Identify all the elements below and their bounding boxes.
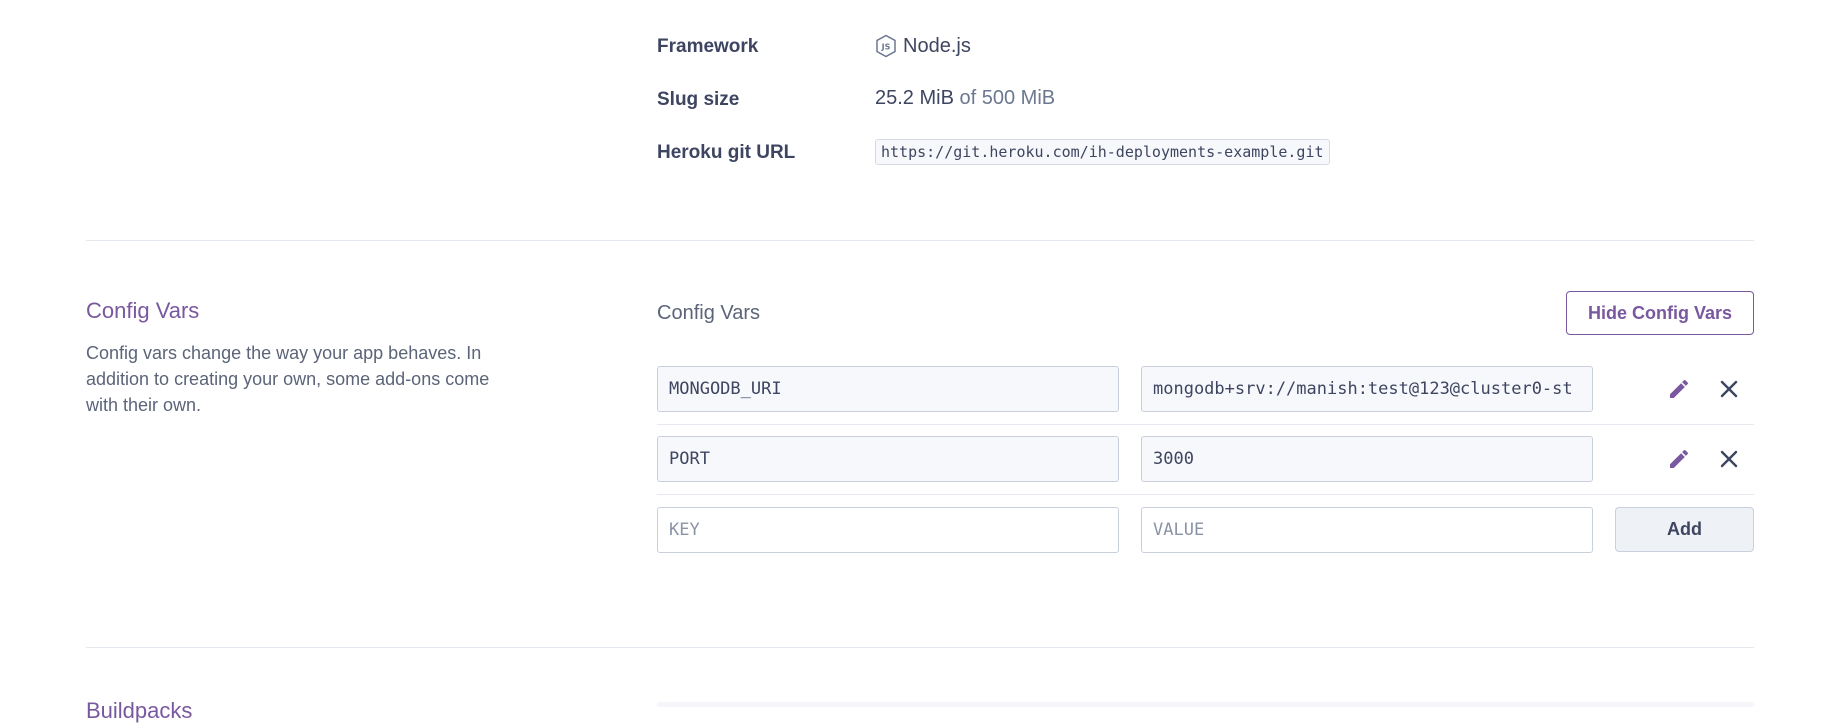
framework-name: Node.js (903, 34, 971, 57)
config-vars-description: Config vars change the way your app beha… (86, 343, 490, 415)
slug-size-limit: of 500 MiB (959, 87, 1056, 109)
section-divider (86, 240, 1754, 241)
hide-config-vars-button[interactable]: Hide Config Vars (1566, 291, 1754, 335)
row-separator (657, 494, 1754, 495)
config-var-key-field[interactable]: MONGODB_URI (657, 366, 1119, 412)
slug-size-amount: 25.2 MiB (875, 87, 954, 109)
config-vars-section-title: Config Vars (86, 298, 200, 323)
section-divider (86, 647, 1754, 648)
nodejs-icon: JS (875, 34, 897, 58)
framework-label: Framework (657, 36, 759, 57)
svg-text:JS: JS (881, 43, 891, 52)
buildpacks-section-title: Buildpacks (86, 698, 193, 723)
config-vars-subheading: Config Vars (657, 302, 761, 324)
git-url-label: Heroku git URL (657, 142, 796, 163)
add-config-var-button[interactable]: Add (1615, 507, 1754, 552)
new-key-input[interactable]: KEY (657, 507, 1119, 553)
config-var-value-field[interactable]: 3000 (1141, 436, 1593, 482)
delete-icon[interactable] (1714, 374, 1744, 404)
config-var-key-field[interactable]: PORT (657, 436, 1119, 482)
edit-icon[interactable] (1664, 444, 1694, 474)
slug-size-value: 25.2 MiB of 500 MiB (875, 87, 1055, 110)
framework-value: JS Node.js (875, 34, 971, 58)
row-separator (657, 424, 1754, 425)
config-var-value-field[interactable]: mongodb+srv://manish:test@123@cluster0-s… (1141, 366, 1593, 412)
delete-icon[interactable] (1714, 444, 1744, 474)
buildpacks-panel (657, 702, 1754, 707)
slug-size-label: Slug size (657, 89, 740, 110)
edit-icon[interactable] (1664, 374, 1694, 404)
new-value-input[interactable]: VALUE (1141, 507, 1593, 553)
git-url-value[interactable]: https://git.heroku.com/ih-deployments-ex… (875, 139, 1330, 165)
